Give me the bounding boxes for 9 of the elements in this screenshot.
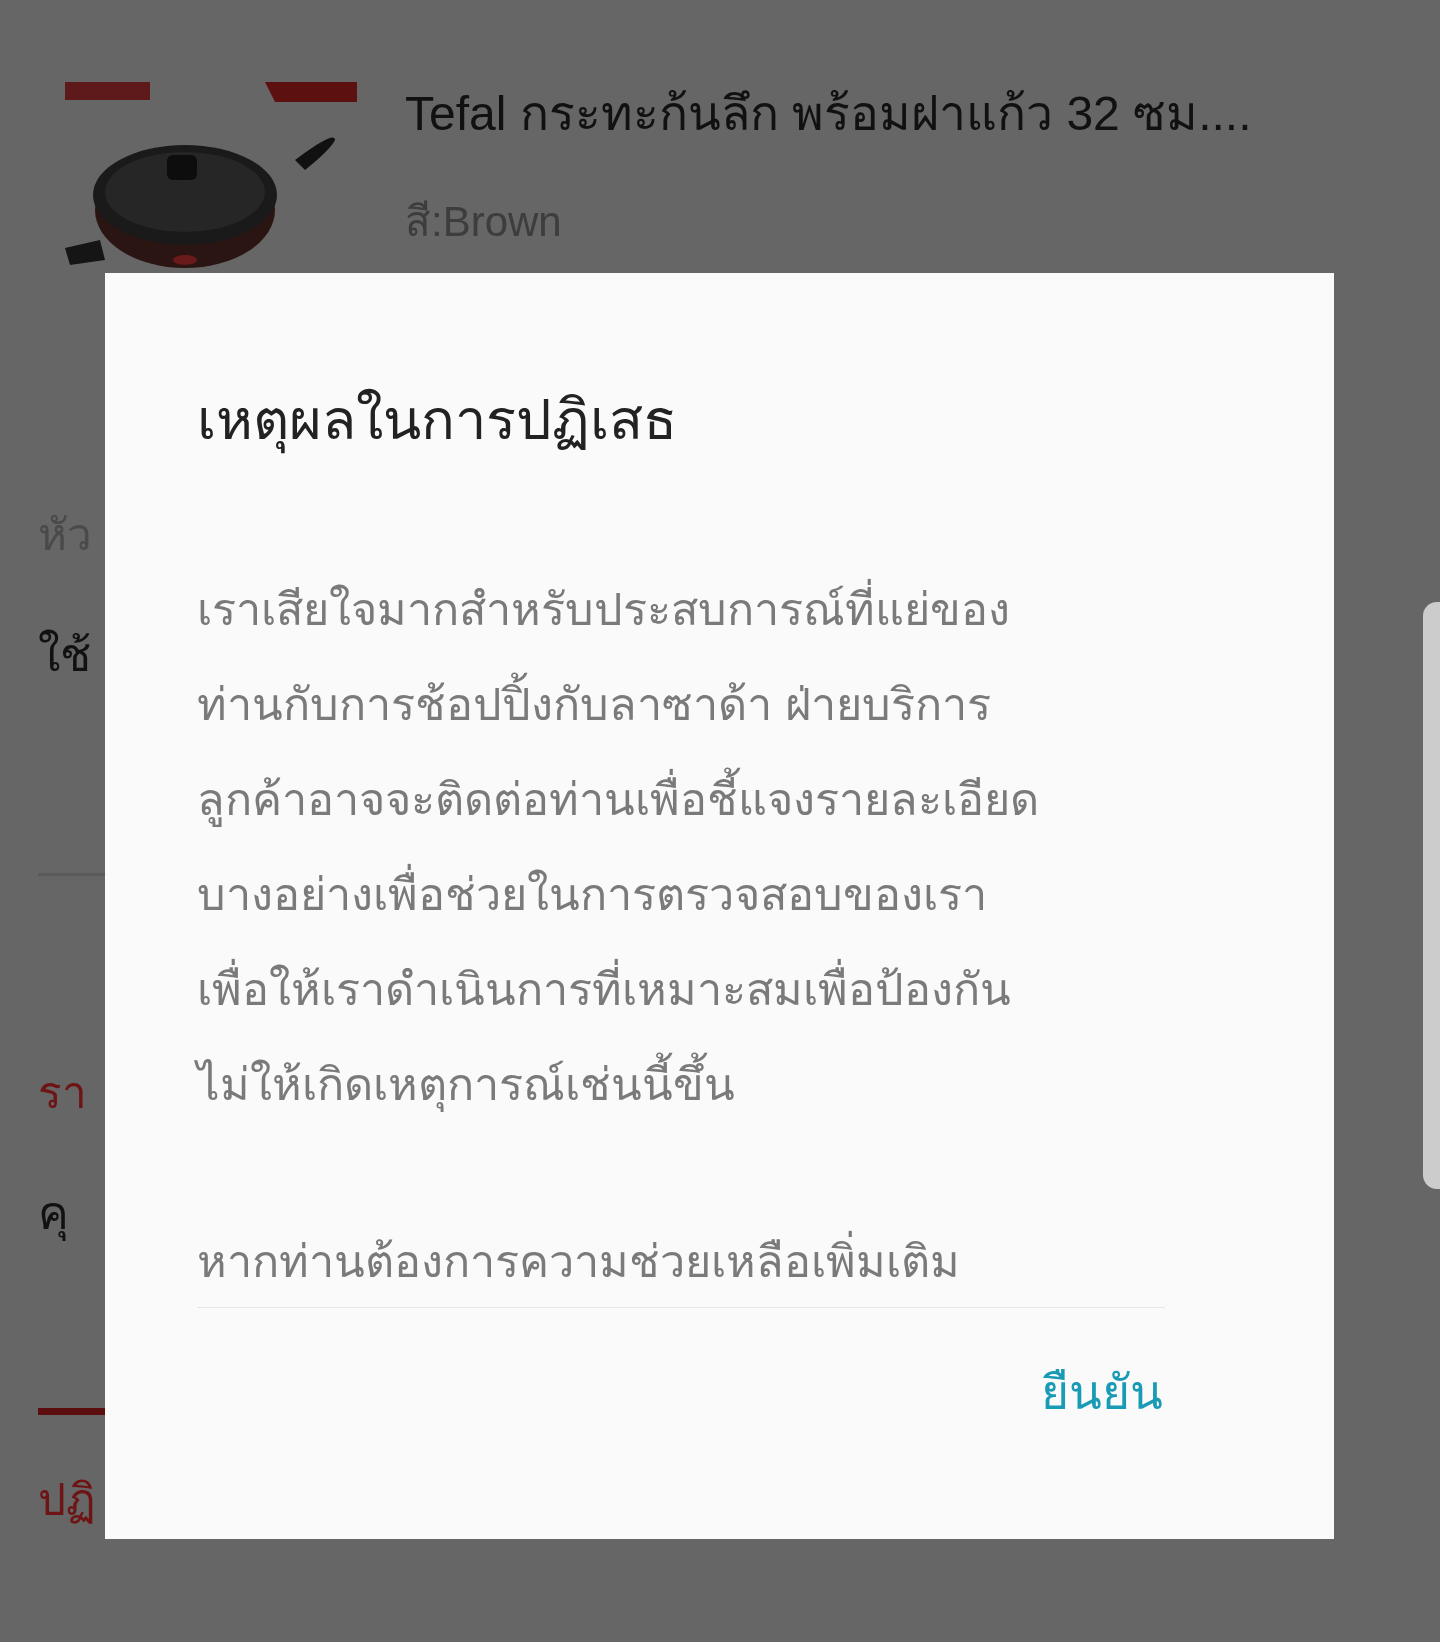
dialog-title: เหตุผลในการปฏิเสธ (197, 378, 677, 462)
product-title: Tefal กระทะก้นลึก พร้อมฝาแก้ว 32 ซม.... (405, 86, 1252, 142)
field-value: คุ (38, 1185, 69, 1243)
section-heading: รา (38, 1067, 87, 1119)
edge-handle[interactable] (1423, 602, 1440, 1189)
section-heading: ปฏิ (38, 1474, 96, 1526)
help-text: หากท่านต้องการความช่วยเหลือเพิ่มเติม (197, 1227, 960, 1297)
confirm-button[interactable]: ยืนยัน (1033, 1353, 1171, 1433)
field-value: ใช้ (38, 627, 91, 683)
